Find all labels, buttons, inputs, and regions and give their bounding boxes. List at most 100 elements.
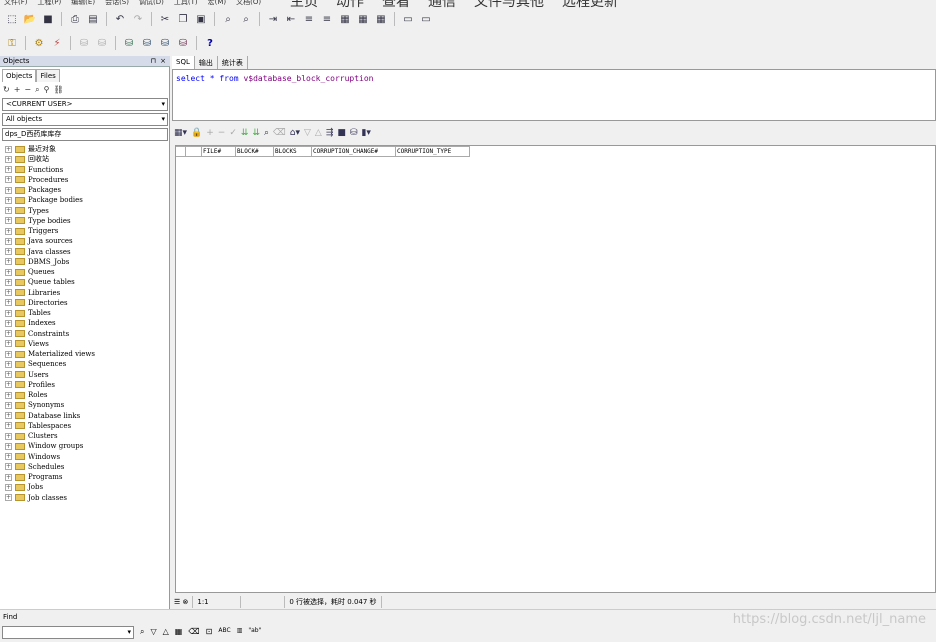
tree-node[interactable]: + Indexes: [0, 318, 168, 328]
lock-icon[interactable]: 🔒: [191, 128, 202, 138]
menu-item[interactable]: 编辑(E): [71, 0, 95, 6]
tree-node[interactable]: + Directories: [0, 298, 168, 308]
save-grid-icon[interactable]: ■: [337, 128, 346, 138]
delete-record-icon[interactable]: −: [218, 128, 226, 138]
add-icon[interactable]: +: [14, 85, 21, 95]
tree-node[interactable]: + Database links: [0, 411, 168, 421]
tree-node[interactable]: + Profiles: [0, 380, 168, 390]
tree-node[interactable]: + Schedules: [0, 462, 168, 472]
tree-node[interactable]: + Procedures: [0, 175, 168, 185]
tree-node[interactable]: + Job classes: [0, 493, 168, 503]
cut-icon[interactable]: ✂: [157, 11, 173, 27]
expand-icon[interactable]: +: [5, 217, 12, 225]
redo-icon[interactable]: ↷: [130, 11, 146, 27]
result-grid[interactable]: FILE# BLOCK# BLOCKS CORRUPTION_CHANGE# C…: [175, 145, 936, 593]
menu-item[interactable]: 宏(M): [208, 0, 227, 6]
db-connect-icon[interactable]: ⛁: [139, 35, 155, 51]
find-next-icon[interactable]: ▽: [150, 627, 156, 637]
close-icon[interactable]: ×: [160, 56, 166, 66]
save-icon[interactable]: ■: [40, 11, 56, 27]
options-icon[interactable]: ⊡: [206, 627, 213, 637]
expand-icon[interactable]: +: [5, 494, 12, 502]
expand-icon[interactable]: +: [5, 350, 12, 358]
expand-icon[interactable]: +: [5, 391, 12, 399]
up-icon[interactable]: △: [315, 128, 322, 138]
user-select[interactable]: <CURRENT USER> ▾: [2, 98, 168, 111]
grid-icon[interactable]: ▦▾: [174, 128, 187, 138]
tree-node[interactable]: + Triggers: [0, 226, 168, 236]
db-session-icon[interactable]: ⛁: [175, 35, 191, 51]
expand-icon[interactable]: +: [5, 155, 12, 163]
tree-node[interactable]: + Libraries: [0, 288, 168, 298]
sql-editor[interactable]: select * from v$database_block_corruptio…: [172, 69, 936, 121]
indent-icon[interactable]: ⇥: [265, 11, 281, 27]
tree-node[interactable]: + Java classes: [0, 247, 168, 257]
format-icon[interactable]: ▦: [337, 11, 353, 27]
col-block[interactable]: BLOCK#: [236, 146, 274, 157]
find-prev-icon[interactable]: △: [163, 627, 169, 637]
filter-input[interactable]: dps_D西药库库存: [2, 128, 168, 141]
tree-node[interactable]: + Package bodies: [0, 195, 168, 205]
expand-icon[interactable]: +: [5, 442, 12, 450]
expand-icon[interactable]: +: [5, 196, 12, 204]
tree-node[interactable]: + Materialized views: [0, 349, 168, 359]
tree-node[interactable]: + Constraints: [0, 329, 168, 339]
clear-icon[interactable]: ⌫: [273, 128, 286, 138]
expand-icon[interactable]: +: [5, 237, 12, 245]
tree-node[interactable]: + Clusters: [0, 431, 168, 441]
find-icon[interactable]: ⌕: [220, 11, 236, 27]
menu-item[interactable]: 工程(P): [38, 0, 62, 6]
expand-icon[interactable]: +: [5, 227, 12, 235]
expand-icon[interactable]: +: [5, 360, 12, 368]
expand-icon[interactable]: +: [5, 432, 12, 440]
col-file[interactable]: FILE#: [202, 146, 236, 157]
expand-icon[interactable]: +: [5, 207, 12, 215]
menu-item[interactable]: 会话(S): [105, 0, 129, 6]
highlight-icon[interactable]: ▦: [175, 627, 183, 637]
undo-icon[interactable]: ↶: [112, 11, 128, 27]
tree-node[interactable]: + Windows: [0, 452, 168, 462]
new-icon[interactable]: ⬚: [4, 11, 20, 27]
tab-sql[interactable]: SQL: [172, 56, 195, 70]
expand-icon[interactable]: +: [5, 412, 12, 420]
tab-output[interactable]: 输出: [195, 56, 218, 70]
tree-node[interactable]: + Functions: [0, 165, 168, 175]
expand-icon[interactable]: +: [5, 401, 12, 409]
menu-item[interactable]: 调试(D): [139, 0, 164, 6]
find-input[interactable]: ▾: [2, 626, 134, 639]
tree-node[interactable]: + Programs: [0, 472, 168, 482]
db-icon[interactable]: ⛁: [121, 35, 137, 51]
lower-icon[interactable]: ▦: [355, 11, 371, 27]
tree-node[interactable]: + Queues: [0, 267, 168, 277]
expand-icon[interactable]: +: [5, 248, 12, 256]
match-case-icon[interactable]: ABC: [218, 627, 230, 637]
pin-icon[interactable]: ⊓: [151, 56, 156, 66]
tree-node[interactable]: + Views: [0, 339, 168, 349]
expand-icon[interactable]: +: [5, 319, 12, 327]
col-corruption-type[interactable]: CORRUPTION_TYPE: [396, 146, 470, 157]
tree-node[interactable]: + Packages: [0, 185, 168, 195]
down-icon[interactable]: ▽: [304, 128, 311, 138]
query-by-example-icon[interactable]: ⌕: [264, 128, 269, 138]
expand-icon[interactable]: +: [5, 145, 12, 153]
tree-node[interactable]: + Synonyms: [0, 400, 168, 410]
tree-node[interactable]: + Sequences: [0, 359, 168, 369]
expand-icon[interactable]: +: [5, 422, 12, 430]
link-icon[interactable]: ⛓: [53, 85, 63, 95]
expand-icon[interactable]: +: [5, 381, 12, 389]
refresh-icon[interactable]: ↻: [3, 85, 10, 95]
upper-icon[interactable]: ▦: [373, 11, 389, 27]
find-icon[interactable]: ⌕: [140, 627, 144, 637]
expand-icon[interactable]: +: [5, 463, 12, 471]
export-icon[interactable]: ⇶: [326, 128, 334, 138]
expand-icon[interactable]: +: [5, 340, 12, 348]
tree-node[interactable]: + Jobs: [0, 482, 168, 492]
expand-icon[interactable]: +: [5, 268, 12, 276]
tree-node[interactable]: + Window groups: [0, 441, 168, 451]
uncomment-icon[interactable]: ≡: [319, 11, 335, 27]
tree-node[interactable]: + Roles: [0, 390, 168, 400]
expand-icon[interactable]: +: [5, 330, 12, 338]
expand-icon[interactable]: +: [5, 299, 12, 307]
commit-icon[interactable]: ⛁: [76, 35, 92, 51]
tree-node[interactable]: + 最近对象: [0, 144, 168, 154]
